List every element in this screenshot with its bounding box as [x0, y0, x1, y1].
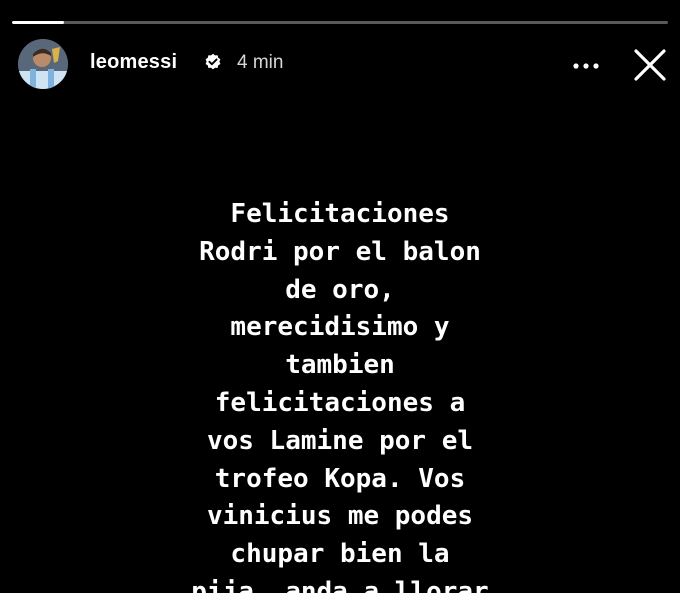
more-horizontal-icon[interactable] [572, 62, 600, 70]
profile-avatar[interactable] [18, 39, 68, 89]
username[interactable]: leomessi [90, 51, 177, 74]
story-caption: Felicitaciones Rodri por el balon de oro, m… [90, 196, 590, 593]
caption-line: Rodri por el balon [199, 236, 481, 267]
story-header: leomessi 4 min [18, 37, 666, 91]
verified-badge-icon [205, 53, 221, 70]
caption-line: vos Lamine por el [206, 425, 474, 456]
avatar-image [18, 39, 68, 89]
caption-line: merecidisimo y [230, 312, 450, 343]
post-time: 4 min [237, 52, 284, 73]
caption-line: pija, anda a llorar [191, 576, 489, 593]
caption-line: vinicius me podes [206, 501, 474, 532]
close-icon[interactable] [632, 47, 668, 83]
caption-line: tambien [285, 350, 395, 381]
story-progress-fill [12, 21, 65, 24]
caption-line: Felicitaciones [230, 199, 450, 229]
caption-line: de oro, [285, 274, 395, 305]
story-progress-bar [12, 21, 668, 24]
caption-line: felicitaciones a [214, 387, 466, 418]
caption-line: trofeo Kopa. Vos [214, 463, 466, 494]
caption-line: chupar bien la [230, 539, 450, 570]
story-viewer[interactable]: leomessi 4 min Felicitaciones Rodri por e… [0, 0, 680, 593]
